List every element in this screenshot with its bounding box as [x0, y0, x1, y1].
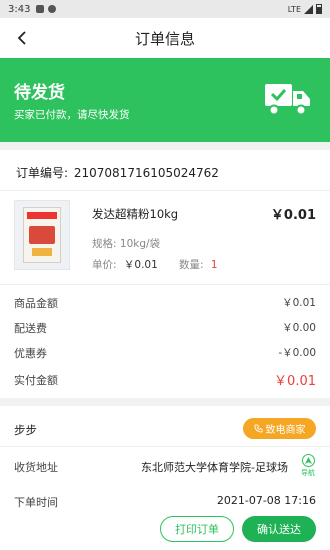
order-number-label: 订单编号: [16, 166, 69, 180]
summary-value: ￥0.01 [282, 297, 316, 309]
summary-row-paid: 实付金额 ￥0.01 [14, 370, 316, 390]
sim-icon [36, 5, 45, 13]
confirm-delivery-button[interactable]: 确认送达 [242, 516, 316, 542]
signal-icon [304, 4, 313, 14]
notification-icon [48, 5, 57, 13]
navigate-label: 导航 [301, 469, 315, 477]
order-time-value: 2021-07-08 17:16 [216, 494, 316, 507]
product-name: 发达超精粉10kg [92, 207, 179, 221]
status-right: LTE [288, 4, 322, 14]
summary-label: 配送费 [14, 322, 47, 335]
order-number-value: 2107081716105024762 [73, 166, 219, 180]
battery-icon [316, 4, 322, 14]
navigate-button[interactable]: 导航 [300, 454, 316, 478]
paid-amount: ￥0.01 [274, 374, 316, 389]
order-status-banner: 待发货 买家已付款，请尽快发货 [0, 58, 330, 142]
network-label: LTE [287, 4, 301, 14]
summary-label: 优惠券 [14, 347, 47, 360]
product-image[interactable] [14, 200, 70, 270]
call-merchant-label: 致电商家 [265, 425, 306, 436]
divider [0, 190, 330, 191]
summary-label: 实付金额 [14, 373, 58, 387]
order-number: 订单编号: 2107081716105024762 [14, 164, 219, 181]
back-button[interactable] [12, 28, 32, 48]
phone-icon [253, 424, 263, 433]
flour-bag-image [23, 207, 61, 263]
summary-label: 商品金额 [14, 297, 58, 310]
status-time: 3:43 [8, 3, 31, 15]
summary-value: ￥0.00 [282, 322, 316, 334]
address-label: 收货地址 [14, 461, 58, 474]
page-title: 订单信息 [134, 29, 195, 48]
summary-row-delivery: 配送费 ￥0.00 [14, 320, 316, 336]
delivery-card: 步步 致电商家 收货地址 东北师范大学体育学院-足球场 导航 下单时间 2021… [0, 406, 330, 550]
summary-row-goods: 商品金额 ￥0.01 [14, 295, 316, 311]
nav-header: 订单信息 [0, 18, 330, 58]
navigate-icon [301, 454, 315, 467]
summary-row-coupon: 优惠券 -￥0.00 [14, 345, 316, 361]
summary-value: -￥0.00 [278, 347, 316, 359]
print-order-button[interactable]: 打印订单 [160, 516, 234, 542]
address-value: 东北师范大学体育学院-足球场 [141, 461, 288, 474]
product-quantity: 数量: 1 [179, 259, 218, 271]
order-state: 待发货 [14, 83, 65, 103]
call-merchant-button[interactable]: 致电商家 [243, 418, 316, 439]
truck-check-icon [265, 84, 310, 116]
order-state-subtitle: 买家已付款，请尽快发货 [14, 109, 130, 121]
product-price: ￥0.01 [270, 208, 316, 223]
order-card: 订单编号: 2107081716105024762 发达超精粉10kg ￥0.0… [0, 150, 330, 398]
divider [0, 446, 330, 447]
status-bar: 3:43 LTE [0, 0, 330, 18]
merchant-name: 步步 [14, 423, 37, 437]
divider [0, 284, 330, 285]
product-unit-price: 单价: ￥0.01 [92, 259, 158, 271]
chevron-left-icon [17, 31, 26, 45]
product-spec: 规格: 10kg/袋 [92, 238, 161, 250]
order-time-label: 下单时间 [14, 496, 58, 509]
